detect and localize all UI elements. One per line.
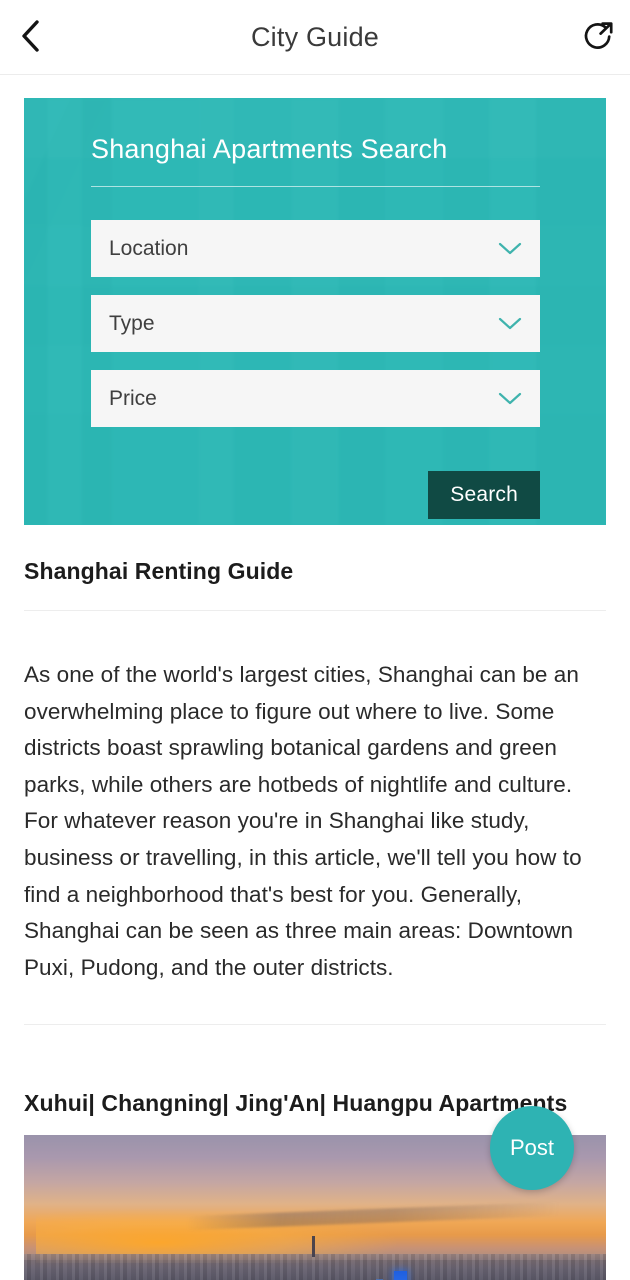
search-button-row: Search: [91, 471, 540, 519]
article-heading: Shanghai Renting Guide: [24, 558, 294, 584]
price-select-label: Price: [109, 386, 157, 410]
chevron-left-icon: [19, 19, 41, 56]
hero-content: Shanghai Apartments Search Location Type: [24, 98, 606, 519]
share-external-icon: [582, 19, 616, 56]
photo-city-skyline: [24, 1253, 606, 1280]
location-select-label: Location: [109, 236, 189, 260]
price-select[interactable]: Price: [91, 370, 540, 427]
paragraph-divider: [24, 1024, 606, 1026]
apartment-search-card: Shanghai Apartments Search Location Type: [24, 98, 606, 525]
share-button[interactable]: [576, 14, 622, 60]
search-button[interactable]: Search: [428, 471, 540, 519]
back-button[interactable]: [8, 15, 52, 59]
app-root: City Guide Shanghai Apartments Search Lo…: [0, 0, 630, 1280]
photo-tower: [312, 1236, 316, 1257]
location-select[interactable]: Location: [91, 220, 540, 277]
type-select[interactable]: Type: [91, 295, 540, 352]
heading-divider: [24, 610, 606, 611]
chevron-down-icon: [498, 242, 522, 256]
app-header: City Guide: [0, 0, 630, 75]
type-select-label: Type: [109, 311, 155, 335]
hero-title: Shanghai Apartments Search: [91, 134, 448, 164]
hero-title-underline: [91, 186, 540, 187]
chevron-down-icon: [498, 317, 522, 331]
article-paragraph: As one of the world's largest cities, Sh…: [24, 662, 582, 980]
post-fab-button[interactable]: Post: [490, 1106, 574, 1190]
page-title: City Guide: [250, 21, 380, 52]
photo-blue-building: [393, 1271, 407, 1280]
chevron-down-icon: [498, 392, 522, 406]
